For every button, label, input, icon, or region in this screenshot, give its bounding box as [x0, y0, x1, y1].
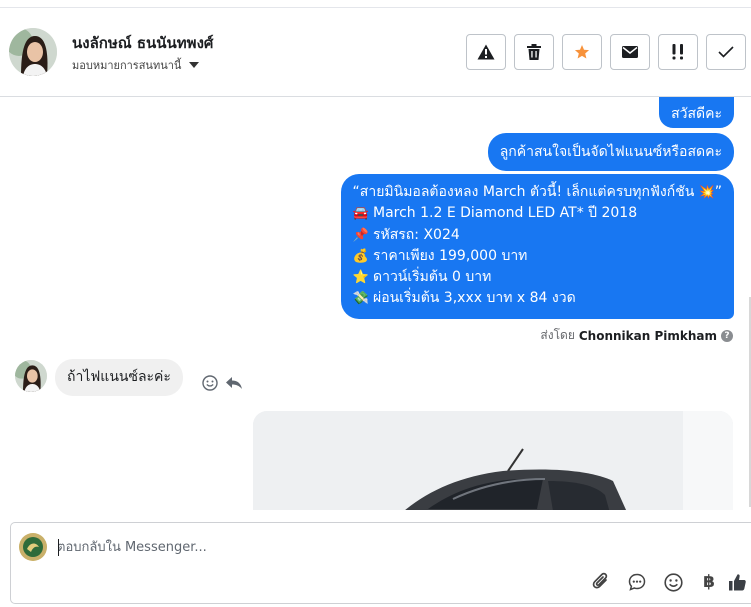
promo-line-3: 📌 รหัสรถ: X024 [353, 225, 722, 246]
saved-replies-icon[interactable] [619, 571, 655, 593]
emoji-smiley-icon[interactable] [655, 571, 691, 593]
conversation-header: นงลักษณ์ ธนนันทพงศ์ มอบหมายการสนทนานี้ [0, 8, 751, 97]
envelope-icon [622, 46, 638, 58]
contact-name[interactable]: นงลักษณ์ ธนนันทพงศ์ [72, 31, 213, 55]
react-smiley-icon[interactable] [201, 374, 219, 392]
top-divider [0, 0, 751, 8]
reply-input[interactable] [57, 535, 697, 559]
delete-button[interactable] [514, 34, 554, 70]
pushpin-emoji-icon: 📌 [352, 227, 369, 243]
star-button[interactable] [562, 34, 602, 70]
composer-tools: ฿ [583, 571, 751, 593]
warning-icon [477, 44, 495, 60]
sender-name[interactable]: Chonnikan Pimkham [579, 329, 717, 343]
message-thread[interactable]: สวัสดีคะ ลูกค้าสนใจเป็นจัดไฟแนนซ์หรือสดค… [0, 97, 751, 510]
outgoing-message[interactable]: สวัสดีคะ [659, 97, 734, 128]
follow-up-button[interactable] [658, 34, 698, 70]
promo-line-1: “สายมินิมอลต้องหลง March ตัวนี้! เล็กแต่… [353, 182, 722, 203]
header-actions [466, 34, 746, 70]
outgoing-promo-message[interactable]: “สายมินิมอลต้องหลง March ตัวนี้! เล็กแต่… [340, 174, 734, 319]
incoming-message[interactable]: ถ้าไฟแนนซ์ละค่ะ [55, 359, 183, 396]
reply-arrow-icon[interactable] [225, 374, 243, 392]
help-icon[interactable]: ? [721, 329, 733, 342]
car-photo-attachment[interactable] [253, 411, 733, 510]
assign-label: มอบหมายการสนทนานี้ [72, 59, 182, 72]
outgoing-message[interactable]: ลูกค้าสนใจเป็นจัดไฟแนนซ์หรือสดคะ [487, 133, 734, 171]
text-cursor [58, 539, 59, 556]
star-emoji-icon: ⭐ [352, 270, 369, 286]
mark-done-button[interactable] [706, 34, 746, 70]
contact-avatar[interactable] [9, 28, 57, 76]
trash-icon [527, 44, 541, 60]
reply-composer: ฿ [10, 522, 751, 604]
money-bag-emoji-icon: 💰 [352, 248, 369, 264]
report-spam-button[interactable] [466, 34, 506, 70]
message-tools [201, 374, 243, 392]
promo-line-2: 🚘 March 1.2 E Diamond LED AT* ปี 2018 [353, 203, 722, 224]
sent-by-label: ส่งโดย Chonnikan Pimkham ? [540, 326, 733, 345]
page-avatar [19, 533, 47, 561]
payment-baht-icon[interactable]: ฿ [691, 571, 727, 593]
promo-line-4: 💰 ราคาเพียง 199,000 บาท [353, 246, 722, 267]
car-emoji-icon: 🚘 [352, 206, 369, 222]
promo-line-5: ⭐ ดาวน์เริ่มต้น 0 บาท [353, 267, 722, 288]
money-wings-emoji-icon: 💸 [352, 291, 369, 307]
checkmark-icon [718, 46, 734, 58]
attach-paperclip-icon[interactable] [583, 571, 619, 593]
collision-emoji-icon: 💥 [698, 185, 715, 200]
like-thumbs-up-icon[interactable] [727, 571, 751, 593]
assign-conversation-dropdown[interactable]: มอบหมายการสนทนานี้ [72, 56, 200, 74]
star-icon [574, 45, 590, 59]
caret-down-icon [189, 62, 200, 68]
promo-line-6: 💸 ผ่อนเริ่มต้น 3,xxx บาท x 84 งวด [353, 288, 722, 309]
mark-unread-button[interactable] [610, 34, 650, 70]
double-exclamation-icon [672, 44, 683, 60]
contact-avatar-small[interactable] [15, 360, 47, 392]
